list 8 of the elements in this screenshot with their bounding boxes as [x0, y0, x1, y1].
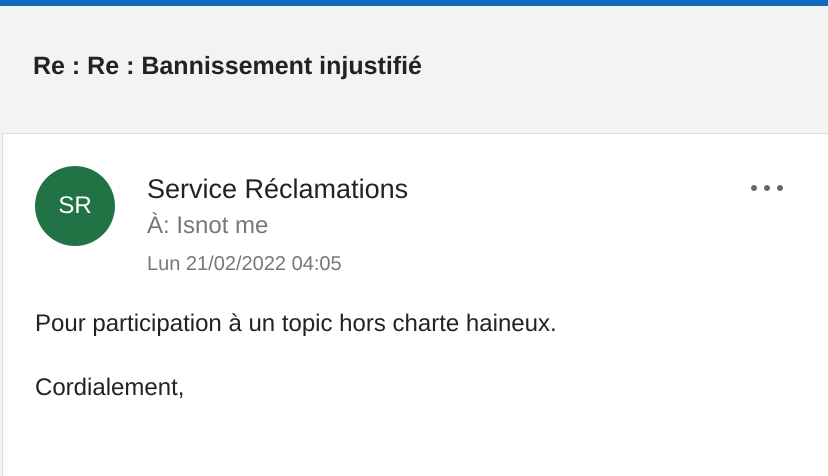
recipient-line: À: Isnot me	[147, 211, 270, 241]
sender-avatar: SR	[35, 166, 115, 246]
sender-name: Service Réclamations	[147, 173, 410, 206]
message-date: Lun 21/02/2022 04:05	[147, 252, 343, 277]
more-icon	[750, 184, 784, 192]
message-paragraph: Pour participation à un topic hors charte haineux.	[35, 309, 558, 339]
message-paragraph: Cordialement,	[35, 373, 186, 403]
email-subject: Re : Re : Bannissement injustifié	[33, 50, 422, 82]
